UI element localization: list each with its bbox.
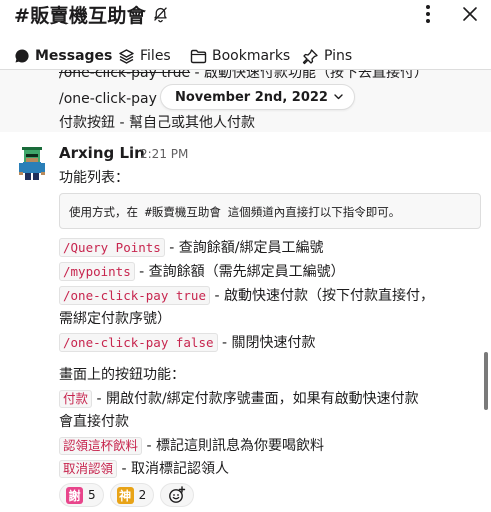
command-line: /mypoints - 查詢餘額（需先綁定員工編號） <box>59 261 345 281</box>
close-icon <box>463 7 477 21</box>
tab-bookmarks[interactable]: Bookmarks <box>190 42 290 70</box>
add-reaction-button[interactable] <box>160 483 195 507</box>
channel-tabs: Messages Files Bookmarks Pins <box>0 42 491 72</box>
channel-name: #販賣機互助會 <box>14 5 147 27</box>
previous-message-line: 付款按鈕 - 幫自己或其他人付款 <box>59 115 255 131</box>
message-timestamp[interactable]: 2:21 PM <box>140 147 188 161</box>
tab-label: Messages <box>35 48 113 64</box>
buttons-heading: 畫面上的按鈕功能： <box>59 367 185 383</box>
command-line: /one-click-pay true - 啟動快速付款（按下付款直接付， <box>59 285 434 305</box>
command-line: /one-click-pay false - 關閉快速付款 <box>59 332 315 352</box>
reactions-bar: 謝 5 神 2 <box>59 482 195 508</box>
reaction-count: 5 <box>88 488 96 502</box>
folder-icon <box>190 49 207 64</box>
code-block-text: 使用方式，在 #販賣機互助會 這個頻道內直接打以下指令即可。 <box>69 205 401 219</box>
tab-label: Files <box>140 48 171 64</box>
inline-code: /one-click-pay false <box>59 333 218 352</box>
tab-label: Bookmarks <box>212 48 291 64</box>
button-desc-line: 取消認領 - 取消標記認領人 <box>59 458 229 478</box>
reaction-count: 2 <box>138 488 147 502</box>
command-line-continued: 需綁定付款序號） <box>59 311 171 327</box>
tab-pins[interactable]: Pins <box>302 42 352 70</box>
inline-code: 付款 <box>59 390 93 408</box>
add-reaction-icon <box>169 486 186 503</box>
channel-title[interactable]: #販賣機互助會 <box>14 1 169 28</box>
scrollbar[interactable] <box>484 352 488 410</box>
tab-files[interactable]: Files <box>118 42 171 70</box>
inline-code: /one-click-pay true <box>59 286 210 305</box>
sender-name[interactable]: Arxing Lin <box>59 144 145 162</box>
reaction-emoji: 神 <box>116 486 134 504</box>
message-bubble-icon <box>14 48 30 64</box>
more-vertical-icon <box>426 5 430 23</box>
button-desc-continued: 會直接付款 <box>59 414 129 430</box>
chevron-down-icon <box>334 94 343 100</box>
code-block: 使用方式，在 #販賣機互助會 這個頻道內直接打以下指令即可。 <box>59 193 481 229</box>
reaction-god[interactable]: 神 2 <box>109 483 155 507</box>
pin-icon <box>302 48 319 65</box>
inline-code: /Query Points <box>59 238 165 257</box>
date-label: November 2nd, 2022 <box>175 89 328 105</box>
command-line: /Query Points - 查詢餘額/綁定員工編號 <box>59 237 324 257</box>
date-divider-button[interactable]: November 2nd, 2022 <box>160 84 355 110</box>
bell-slash-icon <box>152 6 169 23</box>
button-desc-line: 付款 - 開啟付款/綁定付款序號畫面，如果有啟動快速付款 <box>59 388 419 408</box>
layers-icon <box>118 48 135 65</box>
inline-code: 取消認領 <box>59 460 118 478</box>
inline-code: /mypoints <box>59 262 135 281</box>
tab-messages[interactable]: Messages <box>14 42 112 70</box>
reaction-emoji: 謝 <box>66 486 83 504</box>
avatar[interactable] <box>14 145 50 181</box>
message-intro: 功能列表： <box>59 170 129 186</box>
more-options-button[interactable] <box>416 2 440 26</box>
reaction-thanks[interactable]: 謝 5 <box>59 483 104 507</box>
channel-header: #販賣機互助會 <box>0 0 491 40</box>
button-desc-line: 認領這杯飲料 - 標記這則訊息為你要喝飲料 <box>59 435 324 455</box>
tab-label: Pins <box>324 48 353 64</box>
close-button[interactable] <box>458 2 482 26</box>
previous-message-line: /one-click-pay true - 啟動快速付款功能（按下去直接付） <box>59 70 429 81</box>
inline-code: 認領這杯飲料 <box>59 437 143 455</box>
